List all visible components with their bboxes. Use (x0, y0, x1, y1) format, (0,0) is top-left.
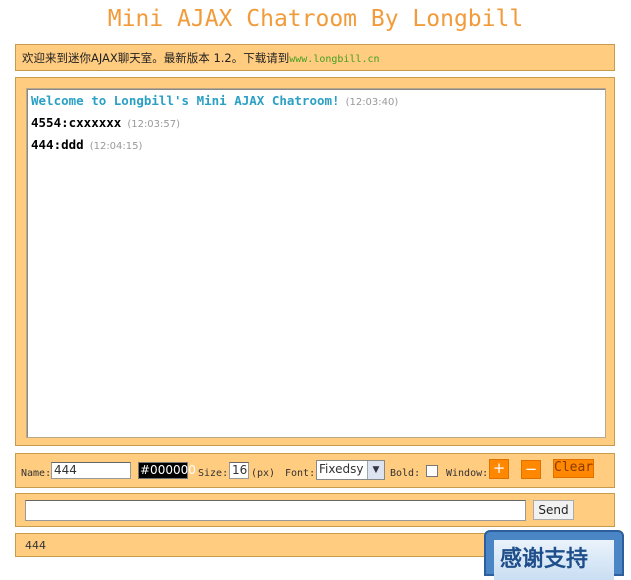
size-label: Size: (198, 468, 229, 479)
font-select[interactable]: Fixedsy ▼ (316, 460, 385, 480)
message-text: Welcome to Longbill's Mini AJAX Chatroom… (31, 93, 340, 108)
name-input[interactable]: 444 (51, 462, 131, 479)
message-time: (12:03:40) (345, 97, 399, 108)
message-input[interactable] (25, 500, 526, 521)
chat-message: Welcome to Longbill's Mini AJAX Chatroom… (31, 93, 398, 108)
notice-bar: 欢迎来到迷你AJAX聊天室。最新版本 1.2。下载请到www.longbill.… (15, 44, 615, 71)
status-text: 444 (25, 539, 46, 552)
window-shrink-button[interactable]: − (521, 460, 541, 479)
window-label: Window: (446, 468, 489, 479)
message-text: 4554:cxxxxxx (31, 115, 122, 130)
chevron-down-icon: ▼ (367, 461, 384, 479)
bold-checkbox[interactable] (426, 465, 438, 477)
name-label: Name: (21, 468, 52, 479)
chat-message: 444:ddd (12:04:15) (31, 137, 142, 152)
download-link[interactable]: www.longbill.cn (289, 54, 379, 65)
send-button[interactable]: Send (533, 500, 574, 520)
chat-message: 4554:cxxxxxx (12:03:57) (31, 115, 180, 130)
window-enlarge-button[interactable]: + (489, 459, 509, 479)
notice-text: 欢迎来到迷你AJAX聊天室。最新版本 1.2。下载请到 (22, 51, 290, 65)
bold-label: Bold: (390, 468, 421, 479)
message-text: 444:ddd (31, 137, 84, 152)
page-title: Mini AJAX Chatroom By Longbill (107, 6, 524, 32)
size-unit: (px) (251, 468, 276, 479)
clear-button[interactable]: Clear (553, 459, 594, 478)
message-input-bar: Send (15, 493, 615, 527)
message-time: (12:03:57) (127, 119, 181, 130)
font-select-value: Fixedsy (319, 462, 364, 476)
size-input[interactable]: 16 (229, 462, 249, 479)
font-label: Font: (285, 468, 316, 479)
thanks-banner[interactable]: 感谢支持 (484, 530, 624, 580)
chat-panel: Welcome to Longbill's Mini AJAX Chatroom… (15, 77, 615, 446)
color-input[interactable]: #000000 (138, 462, 196, 479)
message-time: (12:04:15) (89, 141, 143, 152)
thanks-banner-text: 感谢支持 (494, 540, 614, 580)
controls-bar: Name: 444 #000000 Size: 16 (px) Font: Fi… (15, 453, 615, 488)
chat-log[interactable]: Welcome to Longbill's Mini AJAX Chatroom… (26, 88, 606, 438)
